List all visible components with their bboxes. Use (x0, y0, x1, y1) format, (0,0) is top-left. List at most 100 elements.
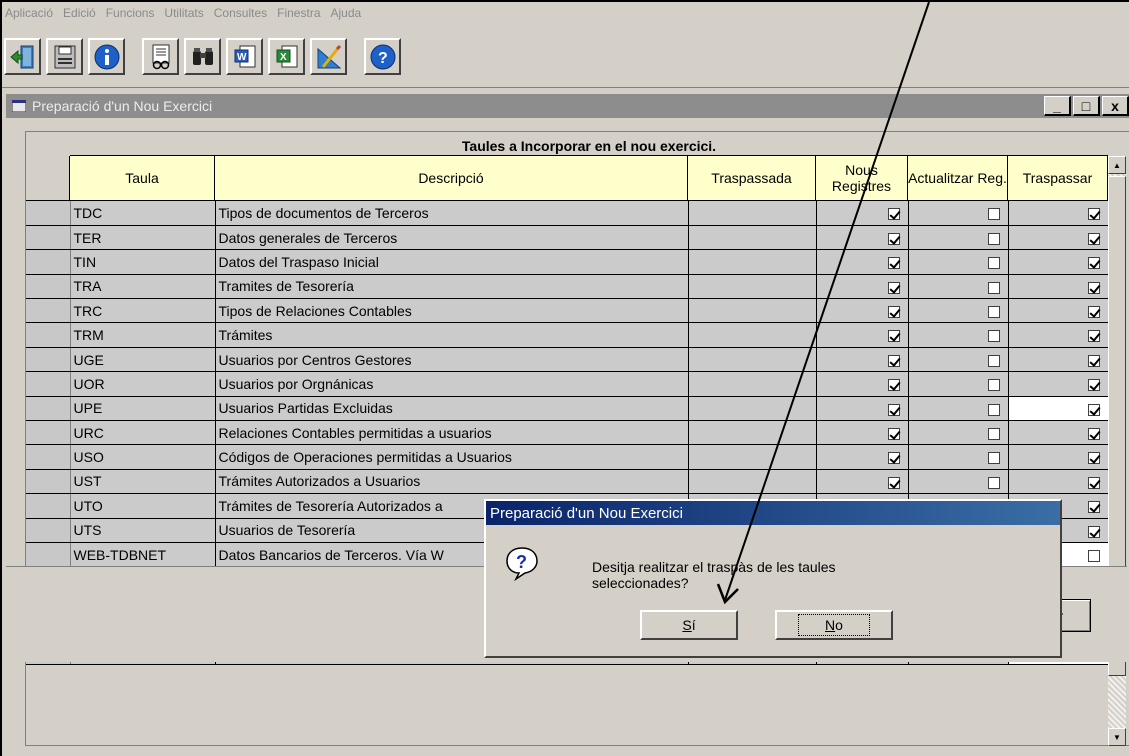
column-header-descripcio[interactable]: Descripció (215, 156, 688, 201)
traspassar-checkbox[interactable] (1087, 452, 1100, 465)
cell-taula[interactable]: TRM (70, 322, 216, 348)
actualitzar-reg-checkbox[interactable] (987, 452, 1000, 465)
nous-registres-checkbox[interactable] (887, 476, 900, 489)
table-row[interactable]: TRA Tramites de Tesorería (26, 274, 1109, 300)
row-selector[interactable] (26, 371, 71, 397)
nous-registres-checkbox[interactable] (887, 428, 900, 440)
cell-nous-registres[interactable] (816, 249, 909, 275)
traspassar-checkbox[interactable] (1087, 379, 1100, 392)
cell-actualitzar-reg[interactable] (908, 396, 1009, 422)
traspassar-checkbox[interactable] (1087, 428, 1100, 440)
actualitzar-reg-checkbox[interactable] (987, 428, 1000, 440)
cell-descripcio[interactable]: Datos del Traspaso Inicial (215, 249, 689, 275)
cell-taula[interactable]: UOR (70, 371, 216, 397)
traspassar-checkbox[interactable] (1087, 306, 1100, 319)
traspassar-checkbox[interactable] (1087, 403, 1100, 416)
scroll-down-button[interactable]: ▼ (1108, 728, 1126, 746)
traspassar-checkbox[interactable] (1087, 330, 1100, 343)
cell-taula[interactable]: UTS (70, 518, 216, 543)
menu-funcions[interactable]: Funcions (106, 6, 155, 20)
traspassar-checkbox[interactable] (1087, 208, 1100, 221)
table-row[interactable]: TDC Tipos de documentos de Terceros (26, 201, 1109, 226)
cell-actualitzar-reg[interactable] (908, 298, 1009, 324)
cell-actualitzar-reg[interactable] (908, 444, 1009, 470)
cell-actualitzar-reg[interactable] (908, 469, 1009, 495)
row-selector[interactable] (26, 322, 71, 348)
nous-registres-checkbox[interactable] (887, 452, 900, 465)
save-button[interactable] (46, 38, 83, 75)
row-selector[interactable] (26, 274, 71, 300)
cell-descripcio[interactable]: Usuarios por Centros Gestores (215, 347, 689, 373)
menu-edicio[interactable]: Edició (63, 6, 96, 20)
menu-ajuda[interactable]: Ajuda (331, 6, 362, 20)
nous-registres-checkbox[interactable] (887, 208, 900, 221)
column-header-traspassar[interactable]: Traspassar (1008, 156, 1108, 201)
traspassar-checkbox[interactable] (1087, 232, 1100, 245)
actualitzar-reg-checkbox[interactable] (987, 232, 1000, 245)
chart-tool-button[interactable] (310, 38, 347, 75)
no-button[interactable]: No (775, 610, 893, 640)
cell-taula[interactable]: TRA (70, 274, 216, 300)
cell-nous-registres[interactable] (816, 396, 909, 422)
traspassar-checkbox[interactable] (1087, 257, 1100, 270)
row-selector[interactable] (26, 396, 71, 422)
actualitzar-reg-checkbox[interactable] (987, 403, 1000, 416)
traspassar-checkbox[interactable] (1087, 525, 1100, 538)
close-button[interactable]: x (1102, 96, 1129, 116)
cell-descripcio[interactable]: Trámites Autorizados a Usuarios (215, 469, 689, 495)
traspassar-checkbox[interactable] (1087, 281, 1100, 294)
exit-button[interactable] (4, 38, 41, 75)
cell-taula[interactable]: UST (70, 469, 216, 495)
cell-traspassar[interactable] (1008, 444, 1109, 470)
cell-actualitzar-reg[interactable] (908, 201, 1009, 226)
menu-aplicacio[interactable]: Aplicació (5, 6, 53, 20)
cell-taula[interactable]: USO (70, 444, 216, 470)
cell-nous-registres[interactable] (816, 298, 909, 324)
cell-traspassar[interactable] (1008, 347, 1109, 373)
nous-registres-checkbox[interactable] (887, 354, 900, 367)
cell-actualitzar-reg[interactable] (908, 274, 1009, 300)
yes-button[interactable]: Sí (640, 610, 738, 640)
search-button[interactable] (184, 38, 221, 75)
actualitzar-reg-checkbox[interactable] (987, 257, 1000, 270)
cell-traspassar[interactable] (1008, 249, 1109, 275)
nous-registres-checkbox[interactable] (887, 379, 900, 392)
row-selector[interactable] (26, 201, 71, 226)
cell-descripcio[interactable]: Datos generales de Terceros (215, 225, 689, 251)
info-button[interactable] (88, 38, 125, 75)
actualitzar-reg-checkbox[interactable] (987, 306, 1000, 319)
table-row[interactable]: TRC Tipos de Relaciones Contables (26, 298, 1109, 324)
cell-taula[interactable]: TDC (70, 201, 216, 226)
cell-nous-registres[interactable] (816, 322, 909, 348)
dialog-titlebar[interactable]: Preparació d'un Nou Exercici (486, 501, 1060, 525)
cell-nous-registres[interactable] (816, 274, 909, 300)
nous-registres-checkbox[interactable] (887, 330, 900, 343)
cell-nous-registres[interactable] (816, 469, 909, 495)
cell-taula[interactable]: TER (70, 225, 216, 251)
table-row[interactable]: TER Datos generales de Terceros (26, 225, 1109, 251)
cell-nous-registres[interactable] (816, 444, 909, 470)
table-row[interactable]: UST Trámites Autorizados a Usuarios (26, 469, 1109, 495)
cell-taula[interactable]: UPE (70, 396, 216, 422)
cell-taula[interactable]: URC (70, 420, 216, 446)
cell-taula[interactable]: UGE (70, 347, 216, 373)
menu-utilitats[interactable]: Utilitats (164, 6, 203, 20)
column-header-traspassada[interactable]: Traspassada (688, 156, 816, 201)
nous-registres-checkbox[interactable] (887, 257, 900, 270)
cell-actualitzar-reg[interactable] (908, 322, 1009, 348)
nous-registres-checkbox[interactable] (887, 306, 900, 319)
cell-traspassar[interactable] (1008, 322, 1109, 348)
excel-export-button[interactable]: X (268, 38, 305, 75)
cell-nous-registres[interactable] (816, 201, 909, 226)
child-window-titlebar[interactable]: Preparació d'un Nou Exercici _ □ x (6, 94, 1129, 118)
cell-traspassar[interactable] (1008, 201, 1109, 226)
traspassar-checkbox[interactable] (1087, 501, 1100, 514)
nous-registres-checkbox[interactable] (887, 281, 900, 294)
column-header-taula[interactable]: Taula (70, 156, 215, 201)
traspassar-checkbox[interactable] (1087, 476, 1100, 489)
actualitzar-reg-checkbox[interactable] (987, 281, 1000, 294)
cell-traspassar[interactable] (1008, 298, 1109, 324)
cell-taula[interactable]: UTO (70, 493, 216, 519)
traspassar-checkbox[interactable] (1087, 549, 1100, 562)
print-preview-button[interactable] (142, 38, 179, 75)
